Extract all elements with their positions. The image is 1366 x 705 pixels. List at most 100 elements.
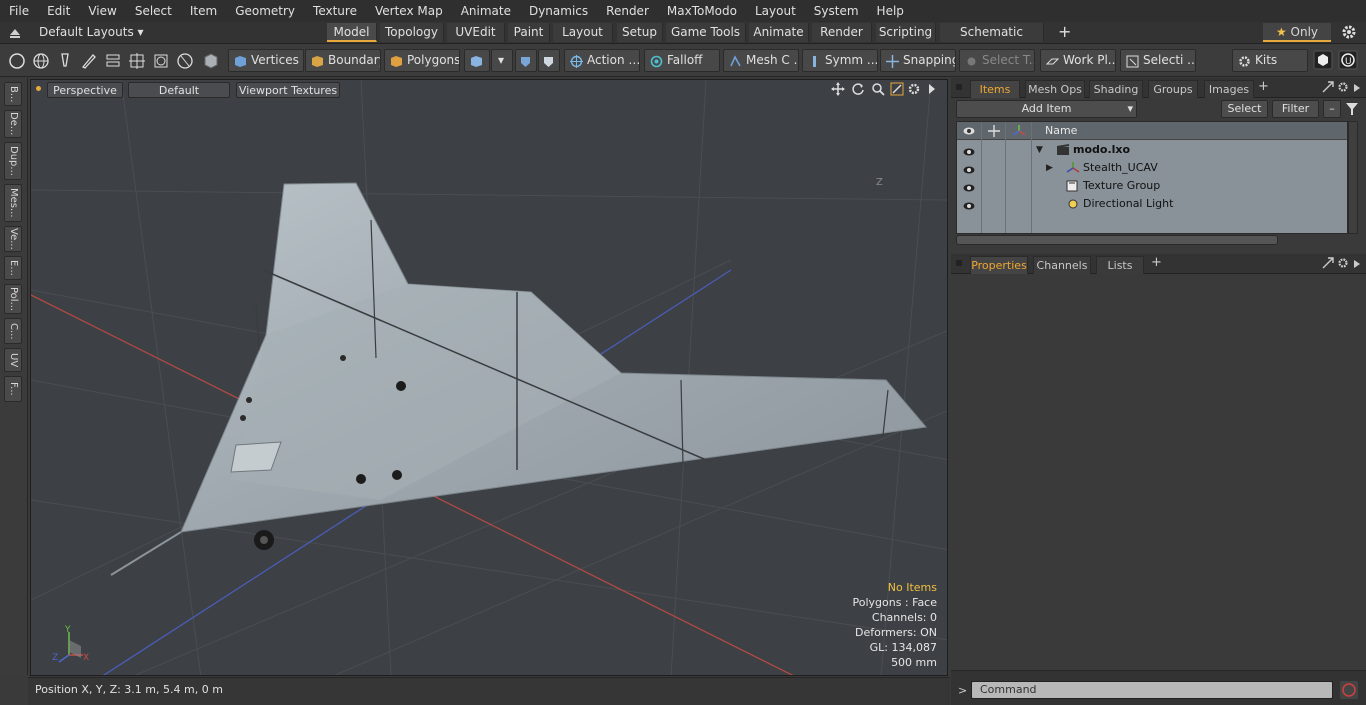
menu-item-dynamics[interactable]: Dynamics <box>520 0 597 22</box>
symmetry-button[interactable]: Symm ... <box>802 49 878 72</box>
align-icon[interactable] <box>103 51 123 71</box>
visibility-eye-icon[interactable] <box>963 181 975 192</box>
layout-tab-paint[interactable]: Paint <box>508 23 550 42</box>
menu-item-select[interactable]: Select <box>126 0 181 22</box>
menu-item-file[interactable]: File <box>0 0 38 22</box>
layout-tab-setup[interactable]: Setup <box>617 23 663 42</box>
panel-expand-arrow-icon[interactable] <box>1353 82 1361 96</box>
left-tab-8[interactable]: UV <box>4 348 22 372</box>
falloff-button[interactable]: Falloff <box>644 49 720 72</box>
tab-images[interactable]: Images <box>1204 80 1254 98</box>
expand-triangle-icon[interactable]: ▼ <box>1036 141 1043 159</box>
menu-item-edit[interactable]: Edit <box>38 0 79 22</box>
properties-settings-gear-icon[interactable] <box>1337 257 1349 272</box>
left-tab-1[interactable]: De... <box>4 110 22 138</box>
name-column-header[interactable]: Name <box>1045 124 1077 137</box>
only-toggle[interactable]: ★ Only <box>1263 23 1331 42</box>
default-layouts-dropdown[interactable]: Default Layouts ▾ <box>39 25 144 39</box>
layout-tab-animate[interactable]: Animate <box>749 23 809 42</box>
tab-lists[interactable]: Lists <box>1096 256 1144 274</box>
filter-button[interactable]: Filter <box>1272 100 1319 118</box>
menu-item-layout[interactable]: Layout <box>746 0 805 22</box>
record-circle-icon[interactable] <box>1340 681 1358 702</box>
item-row[interactable]: Directional Light <box>957 195 1347 213</box>
left-tab-7[interactable]: C... <box>4 318 22 344</box>
sym-mode-a-button[interactable] <box>515 49 537 72</box>
menu-item-help[interactable]: Help <box>868 0 913 22</box>
panel-menu-dot-icon[interactable] <box>956 84 962 90</box>
3d-viewport[interactable]: Z Y X Z Perspective Default Viewport Tex… <box>30 79 948 676</box>
globe-icon[interactable] <box>31 51 51 71</box>
properties-maximize-icon[interactable] <box>1322 257 1334 272</box>
properties-expand-arrow-icon[interactable] <box>1353 258 1361 272</box>
left-tab-6[interactable]: Pol... <box>4 284 22 314</box>
menu-item-vertex-map[interactable]: Vertex Map <box>366 0 452 22</box>
viewport-textures-button[interactable]: Viewport Textures <box>236 82 340 98</box>
layout-tab-layout[interactable]: Layout <box>553 23 613 42</box>
panel-maximize-icon[interactable] <box>1322 81 1334 96</box>
work-plane-button[interactable]: Work Pl... <box>1040 49 1116 72</box>
menu-item-view[interactable]: View <box>79 0 125 22</box>
left-tab-4[interactable]: Ve... <box>4 226 22 252</box>
menu-item-item[interactable]: Item <box>181 0 226 22</box>
tab-properties[interactable]: Properties <box>970 256 1028 274</box>
add-layout-tab-icon[interactable]: + <box>1058 22 1071 41</box>
funnel-filter-icon[interactable] <box>1345 102 1359 119</box>
select-through-button[interactable]: Select T... <box>959 49 1035 72</box>
layout-tab-render[interactable]: Render <box>812 23 872 42</box>
polygons-button[interactable]: Polygons <box>384 49 460 72</box>
layout-tab-model[interactable]: Model <box>327 23 377 42</box>
sym-mode-b-button[interactable] <box>538 49 560 72</box>
tab-items[interactable]: Items <box>970 80 1020 98</box>
left-tab-2[interactable]: Dup... <box>4 142 22 180</box>
item-list-vscrollbar[interactable] <box>1348 121 1358 234</box>
menu-item-texture[interactable]: Texture <box>304 0 366 22</box>
stealth-ucav-model[interactable] <box>110 182 927 576</box>
unreal-icon[interactable]: U <box>1338 50 1358 70</box>
pan-move-icon[interactable] <box>831 82 845 99</box>
item-row[interactable]: ▶ Stealth_UCAV <box>957 159 1347 177</box>
square-circle-icon[interactable] <box>151 51 171 71</box>
brush-icon[interactable] <box>79 51 99 71</box>
select-button[interactable]: Select <box>1221 100 1268 118</box>
layout-tab-topology[interactable]: Topology <box>380 23 444 42</box>
snapping-button[interactable]: Snapping <box>880 49 956 72</box>
command-input[interactable]: Command <box>971 681 1333 699</box>
circle-slash-icon[interactable] <box>175 51 195 71</box>
mesh-constraint-button[interactable]: Mesh C ... <box>723 49 799 72</box>
visibility-eye-icon[interactable] <box>963 163 975 174</box>
left-tab-9[interactable]: F... <box>4 376 22 402</box>
properties-menu-dot-icon[interactable] <box>956 260 962 266</box>
menu-item-animate[interactable]: Animate <box>452 0 520 22</box>
menu-item-maxtomodo[interactable]: MaxToModo <box>658 0 746 22</box>
layout-up-arrow-icon[interactable] <box>8 25 22 39</box>
tab-shading[interactable]: Shading <box>1089 80 1143 98</box>
pen-icon[interactable] <box>55 51 75 71</box>
collapse-triangle-icon[interactable]: ▶ <box>1046 159 1053 177</box>
left-tab-3[interactable]: Mes... <box>4 184 22 222</box>
menu-item-geometry[interactable]: Geometry <box>226 0 304 22</box>
zoom-view-icon[interactable] <box>871 82 885 99</box>
settings-gear-icon[interactable] <box>1341 24 1357 40</box>
left-tab-5[interactable]: E... <box>4 256 22 280</box>
layout-tab-uvedit[interactable]: UVEdit <box>447 23 505 42</box>
layout-tab-scripting[interactable]: Scripting <box>876 23 936 42</box>
add-properties-tab-icon[interactable]: + <box>1151 255 1162 270</box>
viewport-dot-icon[interactable] <box>36 86 41 91</box>
rotate-view-icon[interactable] <box>851 82 865 99</box>
tab-groups[interactable]: Groups <box>1148 80 1198 98</box>
menu-item-system[interactable]: System <box>805 0 868 22</box>
circle-select-icon[interactable] <box>7 51 27 71</box>
menu-item-render[interactable]: Render <box>597 0 658 22</box>
viewport-settings-gear-icon[interactable] <box>907 82 921 99</box>
add-item-dropdown[interactable]: Add Item ▾ <box>956 100 1137 118</box>
tab-mesh-ops[interactable]: Mesh Ops <box>1025 80 1085 98</box>
layout-tab-schematic-fusion[interactable]: Schematic Fusion <box>940 23 1044 58</box>
visibility-eye-icon[interactable] <box>963 199 975 210</box>
boundary-button[interactable]: Boundary <box>305 49 381 72</box>
item-mode-button[interactable] <box>464 49 490 72</box>
selection-sets-button[interactable]: Selecti ... <box>1120 49 1196 72</box>
vertices-button[interactable]: Vertices <box>228 49 304 72</box>
tab-channels[interactable]: Channels <box>1033 256 1091 274</box>
maximize-view-icon[interactable] <box>890 82 904 99</box>
